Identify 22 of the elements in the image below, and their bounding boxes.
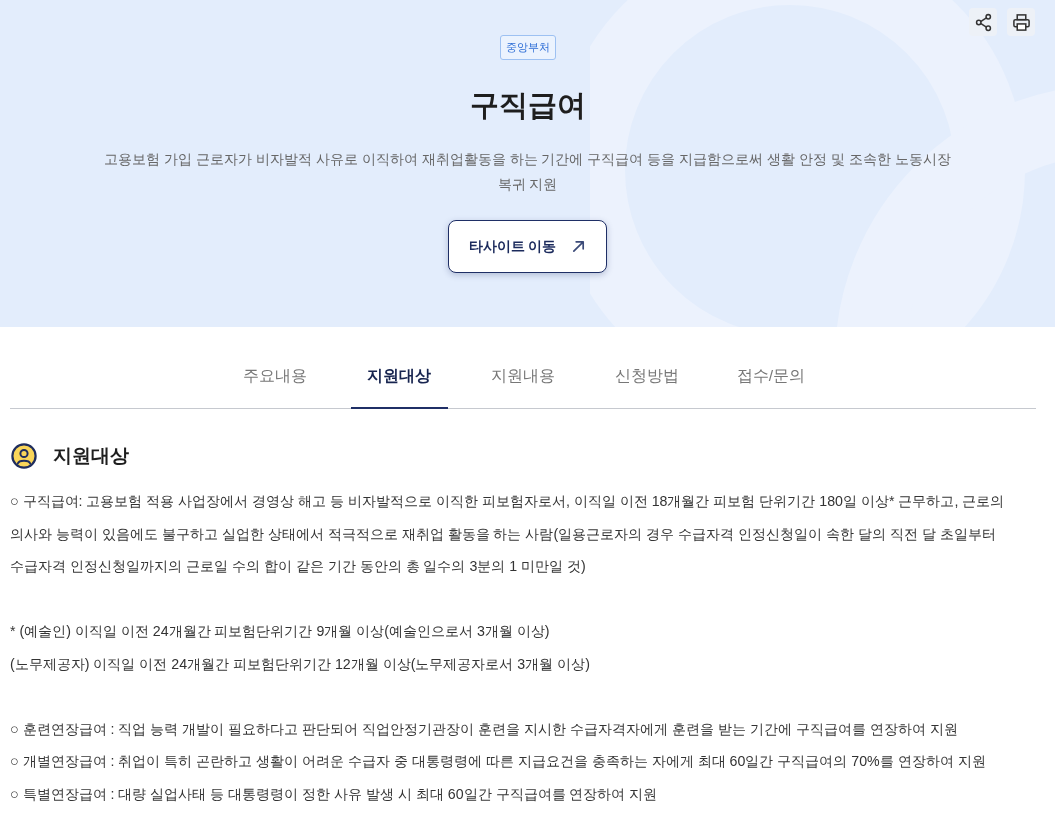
share-button[interactable] [969, 8, 997, 36]
page-description: 고용보험 가입 근로자가 비자발적 사유로 이직하여 재취업활동을 하는 기간에 구직급여 등을 지급함으로써 생활 안정 및 조속한 노동시장 복귀 지원 [102, 150, 953, 194]
share-icon [973, 12, 993, 32]
print-icon [1011, 12, 1031, 32]
body-paragraph: ○ 구직급여: 고용보험 적용 사업장에서 경영상 해고 등 비자발적으로 이직한 피보험자로서, 이직일 이전 18개월간 피보험 단위기간 180일 이상* 근무하고, 근로의 의사와 능력이 있음에도 불구하고 실업한 상태에서 적극적으로 재취업 활동을 하는 사람(일용근로자의 경우 수급자격 인정신청일이 속한 달의 직전 달 초일부터 수급자격 인정신청일까지의 근로일 수의 합이 같은 기간 동안의 총 일수의 3분의 1 미만일 것) [10, 492, 1006, 576]
body-paragraph: * (예술인) 이직일 이전 24개월간 피보험단위기간 9개월 이상(예술인으로서 3개월 이상) [10, 622, 551, 641]
tab[interactable]: 지원내용 [474, 345, 572, 409]
external-site-button[interactable]: 타사이트 이동 [448, 220, 607, 273]
arrow-icon [571, 239, 587, 254]
category-badge: 중앙부처 [499, 35, 556, 60]
print-button[interactable] [1007, 8, 1035, 36]
section-title: 지원대상 [53, 444, 129, 468]
body-paragraph: ○ 특별연장급여 : 대량 실업사태 등 대통령령이 정한 사유 발생 시 최대 60일간 구직급여를 연장하여 지원 [10, 784, 659, 804]
body-paragraph: ○ 개별연장급여 : 취업이 특히 곤란하고 생활이 어려운 수급자 중 대통령령에 따른 지급요건을 충족하는 자에게 최대 60일간 구직급여의 70%를 연장하여 지원 [10, 752, 987, 771]
tab[interactable]: 접수/문의 [722, 345, 820, 409]
tab[interactable]: 주요내용 [226, 345, 324, 409]
user-icon [11, 443, 37, 469]
tab[interactable]: 지원대상 [350, 345, 448, 409]
tab[interactable]: 신청방법 [598, 345, 696, 409]
body-paragraph: ○ 훈련연장급여 : 직업 능력 개발이 필요하다고 판단되어 직업안정기관장이 훈련을 지시한 수급자격자에게 훈련을 받는 기간에 구직급여를 연장하여 지원 [10, 719, 959, 739]
body-paragraph: (노무제공자) 이직일 이전 24개월간 피보험단위기간 12개월 이상(노무제공자로서 3개월 이상) [10, 654, 591, 674]
page-title: 구직급여 [469, 88, 586, 123]
